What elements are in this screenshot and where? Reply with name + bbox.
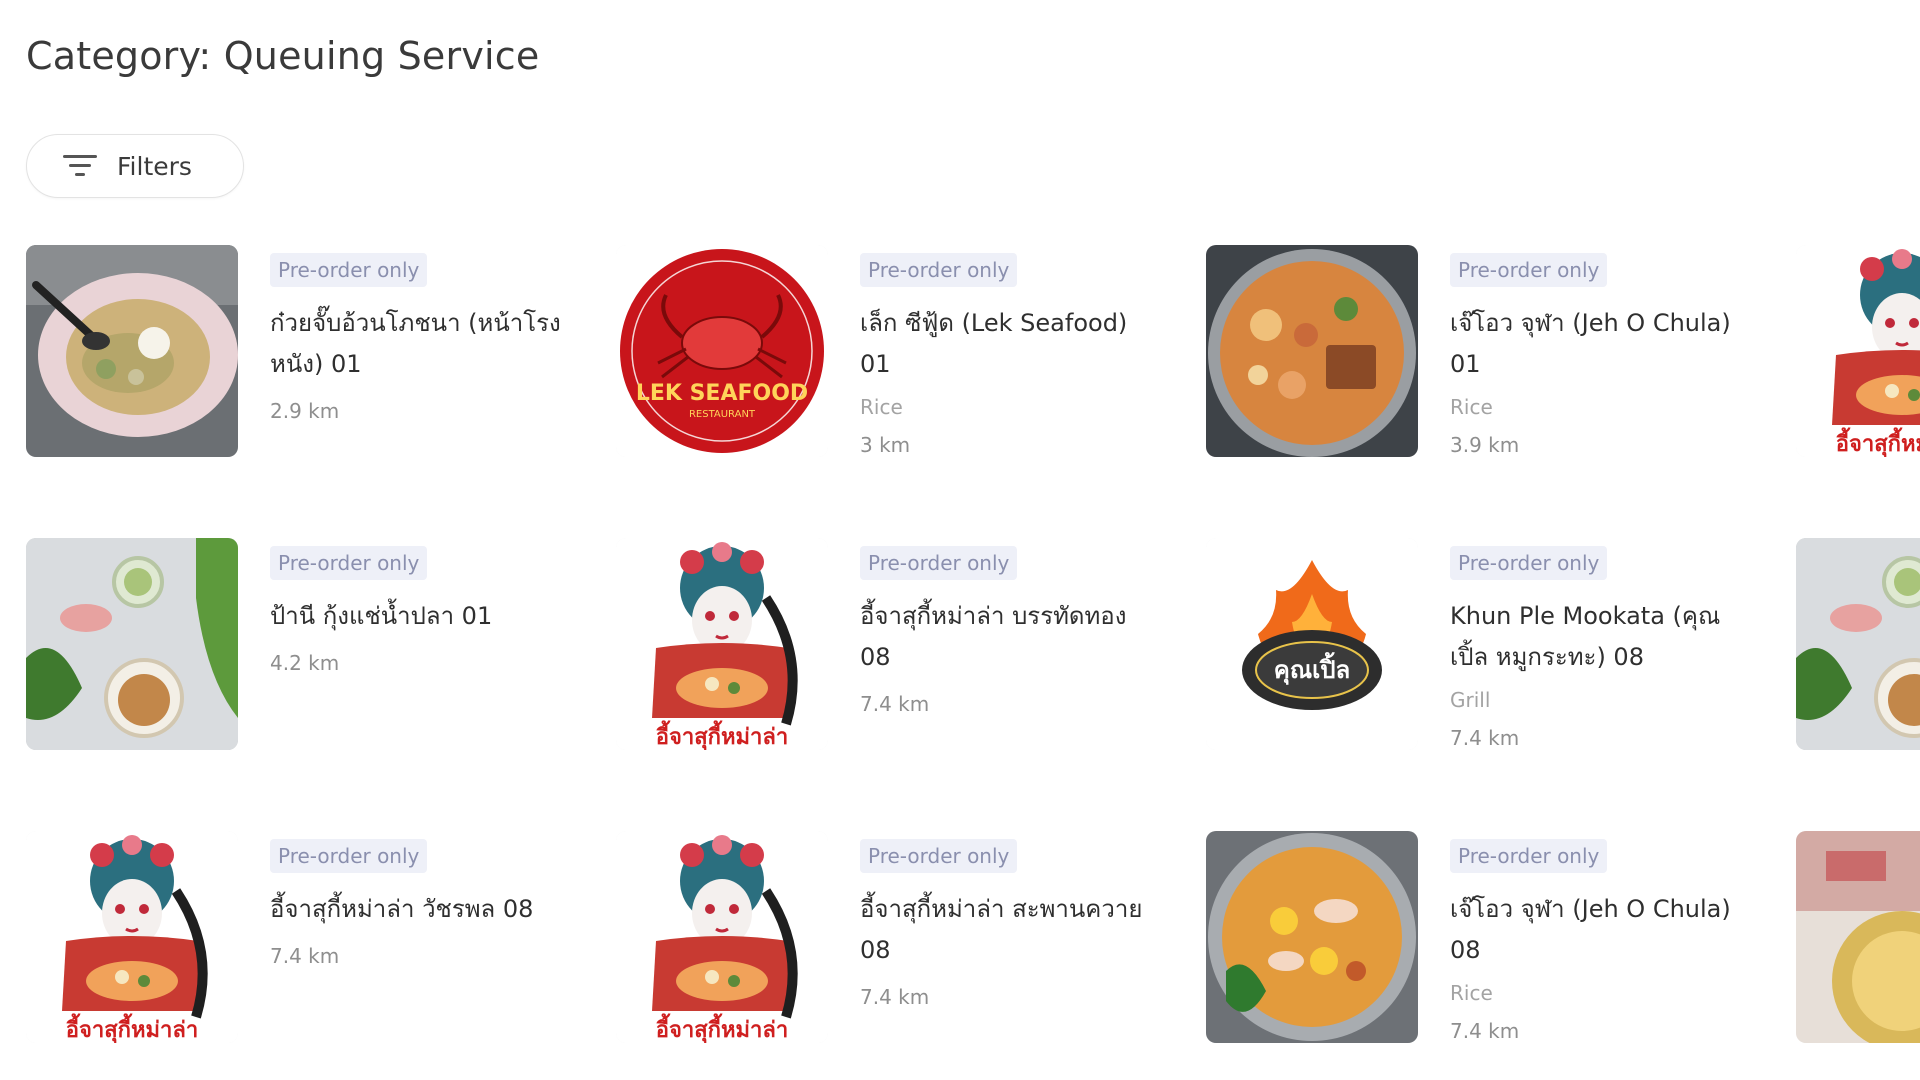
restaurant-name[interactable]: เล็ก ซีฟู้ด (Lek Seafood) 01	[860, 303, 1160, 385]
restaurant-info: Pre-order only ก๋วยจั๊บอ้วนโภชนา (หน้าโรง…	[270, 253, 570, 423]
filter-icon	[63, 153, 97, 179]
restaurant-card[interactable]: อี้จาสุกี้หม่าล่า Pre-order only อี้จาสุก…	[616, 831, 1176, 1061]
restaurant-distance: 3.9 km	[1450, 433, 1520, 457]
restaurant-image[interactable]: อี้จาสุกี้หม่าล่า	[26, 831, 238, 1043]
restaurant-info: Pre-order only ป้านี กุ้งแช่น้ำปลา 01 4.2 …	[270, 546, 570, 675]
svg-text:RESTAURANT: RESTAURANT	[689, 409, 756, 420]
restaurant-image[interactable]	[26, 245, 238, 457]
preorder-badge: Pre-order only	[1450, 546, 1608, 580]
svg-text:อี้จาสุกี้หม่าล่า: อี้จาสุกี้หม่าล่า	[656, 1013, 788, 1043]
restaurant-name[interactable]: ก๋วยจั๊บอ้วนโภชนา (หน้าโรงหนัง) 01	[270, 303, 570, 385]
restaurant-info: Pre-order only เจ๊โอว จุฬา (Jeh O Chula) …	[1450, 253, 1750, 457]
svg-text:อี้จาสุกี้หม่าล่า: อี้จาสุกี้หม่าล่า	[656, 720, 788, 750]
restaurant-info: Pre-order only อี้จาสุกี้หม่าล่า สะพานควา…	[860, 839, 1160, 1009]
preorder-badge: Pre-order only	[1450, 253, 1608, 287]
restaurant-name[interactable]: เจ๊โอว จุฬา (Jeh O Chula) 08	[1450, 889, 1750, 971]
restaurant-distance: 3 km	[860, 433, 911, 457]
preorder-badge: Pre-order only	[270, 839, 428, 873]
restaurant-card[interactable]: Pre-order only ก๋วยจั๊บอ้วนโภชนา (หน้าโรง…	[26, 245, 586, 475]
restaurant-image[interactable]: อี้จาสุกี้หม่าล่า	[616, 831, 828, 1043]
svg-text:อี้จาสุกี้หม่าล่า: อี้จาสุกี้หม่าล่า	[1836, 427, 1920, 457]
restaurant-name[interactable]: ป้านี กุ้งแช่น้ำปลา 01	[270, 596, 570, 637]
restaurant-image[interactable]: คุณเปิ้ล	[1206, 538, 1418, 750]
restaurant-name[interactable]: อี้จาสุกี้หม่าล่า วัชรพล 08	[270, 889, 570, 930]
restaurant-card[interactable]: คุณเปิ้ล Pre-order only Khun Ple Mookata …	[1206, 538, 1766, 768]
restaurant-cuisine: Grill	[1450, 688, 1491, 712]
preorder-badge: Pre-order only	[860, 546, 1018, 580]
restaurant-distance: 7.4 km	[860, 692, 930, 716]
restaurant-info: Pre-order only เล็ก ซีฟู้ด (Lek Seafood) …	[860, 253, 1160, 457]
restaurant-distance: 4.2 km	[270, 651, 340, 675]
restaurant-card[interactable]: LEK SEAFOOD RESTAURANT Pre-order only เล็…	[616, 245, 1176, 475]
restaurant-card[interactable]: Pre-order only เจ๊โอว จุฬา (Jeh O Chula) …	[1206, 245, 1766, 475]
preorder-badge: Pre-order only	[1450, 839, 1608, 873]
svg-text:อี้จาสุกี้หม่าล่า: อี้จาสุกี้หม่าล่า	[66, 1013, 198, 1043]
restaurant-card[interactable]: Pre-order only ป้านี กุ้งแช่น้ำปลา 01 4.2 …	[26, 538, 586, 768]
restaurant-distance: 7.4 km	[270, 944, 340, 968]
preorder-badge: Pre-order only	[860, 253, 1018, 287]
restaurant-distance: 7.4 km	[1450, 1019, 1520, 1043]
partial-card-thumb[interactable]	[1796, 831, 1920, 1043]
restaurant-distance: 2.9 km	[270, 399, 340, 423]
restaurant-cuisine: Rice	[1450, 395, 1493, 419]
page-title: Category: Queuing Service	[26, 34, 540, 78]
restaurant-distance: 7.4 km	[860, 985, 930, 1009]
restaurant-name[interactable]: อี้จาสุกี้หม่าล่า บรรทัดทอง 08	[860, 596, 1160, 678]
restaurant-cuisine: Rice	[860, 395, 903, 419]
svg-text:LEK SEAFOOD: LEK SEAFOOD	[636, 381, 808, 406]
page: Category: Queuing Service Filters Pre-or…	[0, 0, 1920, 1080]
restaurant-image[interactable]: LEK SEAFOOD RESTAURANT	[616, 245, 828, 457]
svg-text:คุณเปิ้ล: คุณเปิ้ล	[1274, 651, 1350, 686]
preorder-badge: Pre-order only	[270, 253, 428, 287]
filters-label: Filters	[117, 151, 192, 181]
restaurant-card[interactable]: อี้จาสุกี้หม่าล่า Pre-order only อี้จาสุก…	[616, 538, 1176, 768]
restaurant-info: Pre-order only เจ๊โอว จุฬา (Jeh O Chula) …	[1450, 839, 1750, 1043]
restaurant-card[interactable]: อี้จาสุกี้หม่าล่า Pre-order only อี้จาสุก…	[26, 831, 586, 1061]
partial-card-thumb[interactable]: อี้จาสุกี้หม่าล่า	[1796, 245, 1920, 457]
restaurant-info: Pre-order only อี้จาสุกี้หม่าล่า บรรทัดทอ…	[860, 546, 1160, 716]
restaurant-card[interactable]: Pre-order only เจ๊โอว จุฬา (Jeh O Chula) …	[1206, 831, 1766, 1061]
restaurant-name[interactable]: เจ๊โอว จุฬา (Jeh O Chula) 01	[1450, 303, 1750, 385]
restaurant-image[interactable]: อี้จาสุกี้หม่าล่า	[616, 538, 828, 750]
restaurant-cuisine: Rice	[1450, 981, 1493, 1005]
partial-card-thumb[interactable]	[1796, 538, 1920, 750]
restaurant-name[interactable]: Khun Ple Mookata (คุณเปิ้ล หมูกระทะ) 08	[1450, 596, 1750, 678]
restaurant-distance: 7.4 km	[1450, 726, 1520, 750]
restaurant-image[interactable]	[1206, 245, 1418, 457]
restaurant-name[interactable]: อี้จาสุกี้หม่าล่า สะพานควาย 08	[860, 889, 1160, 971]
restaurant-info: Pre-order only อี้จาสุกี้หม่าล่า วัชรพล 0…	[270, 839, 570, 968]
preorder-badge: Pre-order only	[270, 546, 428, 580]
restaurant-grid: Pre-order only ก๋วยจั๊บอ้วนโภชนา (หน้าโรง…	[0, 245, 1920, 1080]
restaurant-info: Pre-order only Khun Ple Mookata (คุณเปิ้ล…	[1450, 546, 1750, 750]
restaurant-image[interactable]	[26, 538, 238, 750]
restaurant-image[interactable]	[1206, 831, 1418, 1043]
filters-button[interactable]: Filters	[26, 134, 244, 198]
preorder-badge: Pre-order only	[860, 839, 1018, 873]
